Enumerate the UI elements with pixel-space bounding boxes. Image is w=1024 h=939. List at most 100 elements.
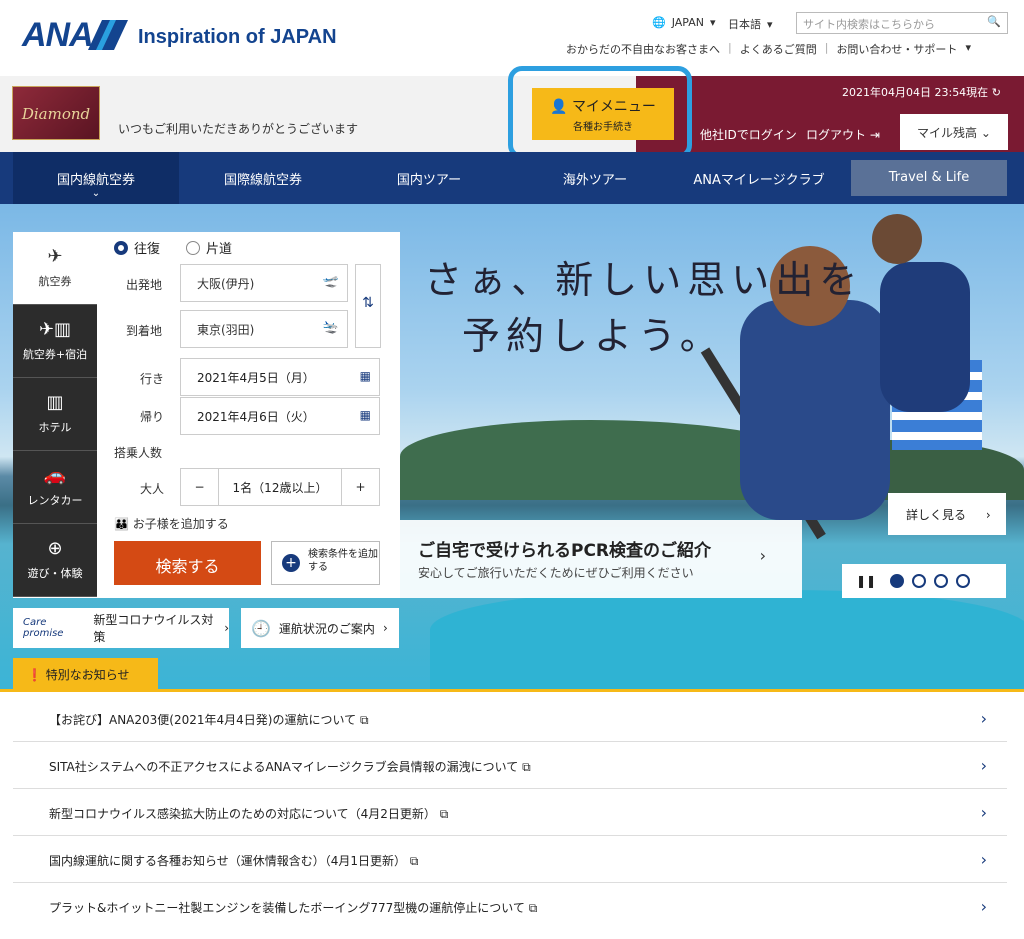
from-label: 出発地	[126, 278, 163, 292]
chevron-right-icon: ›	[980, 756, 987, 775]
radio-round-trip[interactable]: 往復	[114, 238, 160, 257]
radio-unselected-icon	[186, 240, 200, 255]
care-promise-logo: Care promise	[23, 617, 64, 639]
plus-icon: +	[282, 554, 300, 572]
depart-date-field[interactable]: 2021年4月5日（月） ▦	[180, 358, 380, 396]
nav-mileage-club[interactable]: ANAマイレージクラブ	[678, 152, 840, 204]
pcr-title: ご自宅で受けられるPCR検査のご紹介	[418, 541, 712, 561]
alert-icon: ❗	[27, 668, 42, 682]
tab-rental-car[interactable]: 🚗 レンタカー	[13, 451, 97, 524]
nav-travel-life[interactable]: Travel & Life	[851, 160, 1007, 196]
news-item[interactable]: 新型コロナウイルス感染拡大防止のための対応について（4月2日更新） ⧉ ›	[13, 789, 1007, 836]
news-item[interactable]: プラット&ホイットニー社製エンジンを装備したボーイング777型機の運航停止につい…	[13, 883, 1007, 930]
return-label: 帰り	[140, 410, 165, 424]
welcome-message: いつもご利用いただきありがとうございます	[118, 122, 359, 136]
landing-icon: 🛬	[322, 320, 339, 335]
logout-icon: ⇥	[869, 128, 880, 142]
ana-logo[interactable]: ANA	[22, 16, 94, 55]
takeoff-icon: 🛫	[322, 274, 339, 289]
faq-link[interactable]: よくあるご質問	[740, 41, 817, 57]
hero-catchcopy: さぁ、新しい思い出を 予約しよう。	[424, 258, 864, 358]
nav-domestic-tours[interactable]: 国内ツアー	[346, 152, 512, 204]
tagline: Inspiration of JAPAN	[138, 26, 337, 48]
region-selector[interactable]: 🌐 JAPAN ▾	[652, 16, 716, 29]
adult-stepper[interactable]: − 1名（12歳以上） +	[180, 468, 380, 506]
paddleboard-shape	[430, 590, 1024, 690]
slide-dot[interactable]	[934, 574, 949, 588]
to-label: 到着地	[126, 324, 163, 338]
adult-count: 1名（12歳以上）	[232, 480, 328, 495]
external-window-icon: ⧉	[528, 901, 538, 915]
mymenu-highlight-frame	[508, 66, 692, 159]
chevron-right-icon: ›	[224, 621, 229, 635]
slide-dot[interactable]	[956, 574, 971, 588]
depart-label: 行き	[140, 372, 165, 386]
covid-measures-button[interactable]: Care promise 新型コロナウイルス対策 ›	[13, 608, 229, 648]
diamond-status-logo: Diamond	[12, 86, 100, 140]
slider-controls: ❚❚	[842, 564, 1006, 598]
search-button[interactable]: 検索する	[114, 541, 261, 585]
external-window-icon: ⧉	[359, 713, 369, 727]
swap-icon: ⇅	[362, 295, 374, 311]
pause-icon[interactable]: ❚❚	[856, 574, 876, 588]
chevron-right-icon: ›	[980, 709, 987, 728]
car-icon: 🚗	[43, 465, 67, 486]
utility-links: おからだの不自由なお客さまへ | よくあるご質問 | お問い合わせ・サポート ▾	[566, 41, 971, 57]
minus-button[interactable]: −	[181, 469, 219, 505]
nav-domestic-flights[interactable]: 国内線航空券 ⌄	[13, 152, 179, 204]
site-header: ANA Inspiration of JAPAN 🌐 JAPAN ▾ 日本語 ▾ サイ…	[0, 0, 1024, 76]
to-field[interactable]: 東京(羽田) 🛬	[180, 310, 348, 348]
add-child-link[interactable]: 👪 お子様を追加する	[114, 515, 229, 532]
tab-flight-hotel[interactable]: ✈▥ 航空券+宿泊	[13, 305, 97, 378]
calendar-icon[interactable]: ▦	[360, 408, 371, 422]
from-field[interactable]: 大阪(伊丹) 🛫	[180, 264, 348, 302]
slide-dot[interactable]	[912, 574, 927, 588]
special-notice-tag: ❗ 特別なお知らせ	[13, 658, 158, 690]
tab-hotel[interactable]: ▥ ホテル	[13, 378, 97, 451]
refresh-icon[interactable]: ↻	[992, 86, 1001, 99]
tab-activities[interactable]: ⊕ 遊び・体験	[13, 524, 97, 597]
contact-link[interactable]: お問い合わせ・サポート	[836, 41, 957, 57]
other-id-login-link[interactable]: 他社IDでログイン	[700, 126, 797, 143]
detail-button[interactable]: 詳しく見る ›	[888, 493, 1006, 535]
add-conditions-button[interactable]: + 検索条件を追加する	[271, 541, 380, 585]
search-tabs: ✈ 航空券 ✈▥ 航空券+宿泊 ▥ ホテル 🚗 レンタカー ⊕ 遊び・体験	[13, 232, 97, 597]
tab-flights[interactable]: ✈ 航空券	[13, 232, 97, 305]
flight-hotel-icon: ✈▥	[38, 319, 72, 340]
nav-international-tours[interactable]: 海外ツアー	[512, 152, 678, 204]
nav-international-flights[interactable]: 国際線航空券	[180, 152, 346, 204]
external-window-icon: ⧉	[439, 807, 449, 821]
globe-icon: 🌐	[652, 16, 666, 29]
adult-label: 大人	[140, 482, 165, 496]
search-icon[interactable]: 🔍	[987, 15, 1001, 28]
accessibility-link[interactable]: おからだの不自由なお客さまへ	[566, 41, 720, 57]
main-nav: 国内線航空券 ⌄ 国際線航空券 国内ツアー 海外ツアー ANAマイレージクラブ T…	[0, 152, 1024, 204]
flight-status-button[interactable]: 🕘 運航状況のご案内 ›	[241, 608, 399, 648]
swap-airports-button[interactable]: ⇅	[355, 264, 381, 348]
news-item[interactable]: 国内線運航に関する各種お知らせ（運休情報含む）（4月1日更新） ⧉ ›	[13, 836, 1007, 883]
chevron-right-icon: ›	[985, 508, 991, 522]
external-window-icon: ⧉	[522, 760, 531, 774]
plus-button[interactable]: +	[341, 469, 379, 505]
news-item[interactable]: 【お詫び】ANA203便(2021年4月4日発)の運航について ⧉ ›	[13, 695, 1007, 742]
building-icon: ▥	[46, 392, 64, 413]
passenger-label: 搭乗人数	[114, 446, 163, 460]
chevron-right-icon: ›	[980, 803, 987, 822]
calendar-icon[interactable]: ▦	[360, 369, 371, 383]
logout-link[interactable]: ログアウト ⇥	[806, 126, 880, 143]
language-selector[interactable]: 日本語 ▾	[728, 16, 773, 32]
chevron-down-icon: ⌄	[91, 188, 101, 199]
child-icon: 👪	[114, 517, 129, 531]
site-search-input[interactable]: サイト内検索はこちらから 🔍	[796, 12, 1008, 34]
pcr-banner[interactable]: ご自宅で受けられるPCR検査のご紹介 安心してご旅行いただくためにぜひご利用くだ…	[400, 520, 802, 598]
kid-head	[872, 214, 922, 264]
ana-logo-stripes-icon	[88, 20, 128, 50]
mile-balance-button[interactable]: マイル残高 ⌄	[900, 114, 1008, 150]
chevron-right-icon: ›	[980, 897, 987, 916]
kid-figure	[880, 262, 970, 412]
radio-one-way[interactable]: 片道	[186, 238, 232, 257]
news-item[interactable]: SITA社システムへの不正アクセスによるANAマイレージクラブ会員情報の漏洩につ…	[13, 742, 1007, 789]
pcr-subtitle: 安心してご旅行いただくためにぜひご利用ください	[418, 566, 694, 580]
slide-dot[interactable]	[890, 574, 905, 588]
return-date-field[interactable]: 2021年4月6日（火） ▦	[180, 397, 380, 435]
